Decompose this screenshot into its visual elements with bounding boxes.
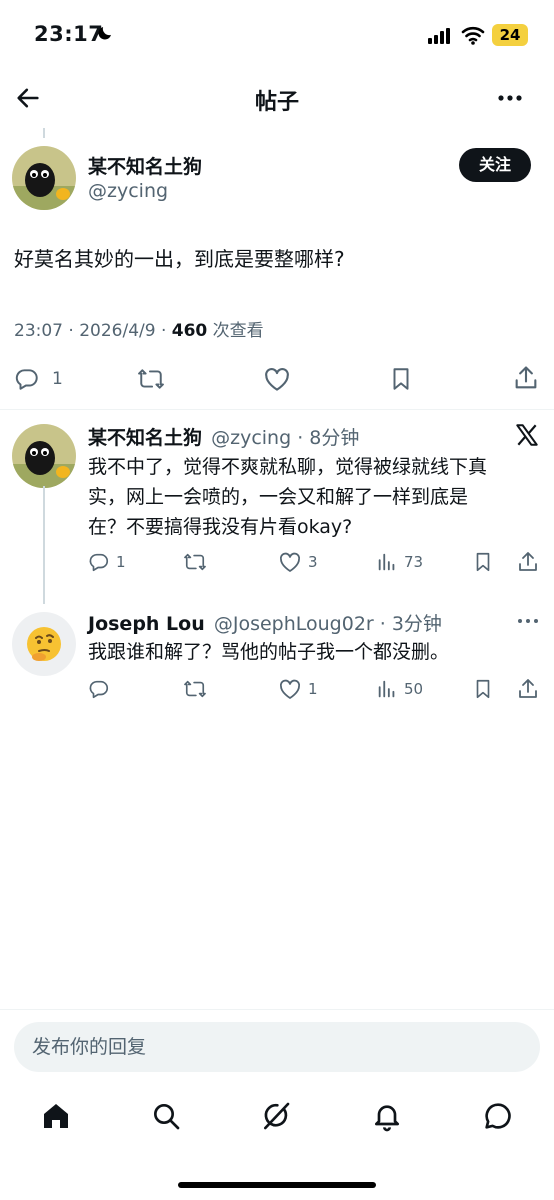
retweet-action[interactable] (136, 366, 172, 392)
home-indicator (178, 1182, 376, 1188)
avatar[interactable] (12, 612, 76, 676)
reply-action[interactable]: 1 (14, 366, 63, 392)
reply-author-name[interactable]: Joseph Lou (88, 613, 205, 635)
reply-action[interactable] (88, 678, 116, 700)
reply-text-line: 实，网上一会喷的，一会又和解了一样到底是 (88, 486, 469, 508)
post-timestamp: 23:07 · 2026/4/9 · (14, 321, 172, 341)
bookmark-action[interactable] (472, 551, 500, 573)
share-action[interactable] (516, 677, 546, 701)
reply-text-line: 在？不要搞得我没有片看okay? (88, 516, 353, 538)
views-label: 次查看 (207, 321, 264, 341)
battery-indicator: 24 (492, 24, 528, 46)
like-action[interactable]: 1 (278, 678, 318, 700)
messages-icon[interactable] (482, 1100, 514, 1132)
grok-icon[interactable] (260, 1100, 292, 1132)
like-icon (278, 551, 308, 573)
retweet-icon (182, 678, 214, 700)
back-arrow-icon[interactable] (14, 84, 42, 112)
x-logo-icon (514, 422, 540, 448)
reply-author-handle[interactable]: @JosephLoug02r · 3分钟 (214, 613, 442, 635)
divider (0, 1009, 554, 1010)
bookmark-icon (472, 678, 500, 700)
share-icon (512, 364, 546, 392)
view-count: 460 (171, 321, 208, 341)
analytics-icon (376, 678, 404, 700)
retweet-action[interactable] (182, 678, 214, 700)
notifications-icon[interactable] (371, 1100, 403, 1132)
moon-icon (96, 24, 114, 42)
reply-action[interactable]: 1 (88, 551, 126, 573)
wifi-icon (461, 25, 485, 45)
reply-count: 1 (116, 553, 126, 571)
status-time: 23:17 (34, 22, 104, 46)
reply-text-line: 我跟谁和解了？骂他的帖子我一个都没删。 (88, 641, 450, 663)
post-meta: 23:07 · 2026/4/9 · 460 次查看 (14, 316, 264, 341)
more-icon[interactable] (516, 612, 540, 630)
like-action[interactable]: 3 (278, 551, 318, 573)
retweet-action[interactable] (182, 551, 214, 573)
divider (0, 409, 554, 410)
reply-text: 我不中了，觉得不爽就私聊，觉得被绿就线下真 实，网上一会喷的，一会又和解了一样到… (88, 452, 487, 542)
share-icon (516, 677, 546, 701)
analytics-action[interactable]: 50 (376, 678, 423, 700)
avatar[interactable] (12, 146, 76, 210)
reply-author-handle[interactable]: @zycing · 8分钟 (211, 427, 359, 449)
like-action[interactable] (262, 366, 298, 392)
reply-icon (88, 551, 116, 573)
bookmark-icon (472, 551, 500, 573)
reply-header: Joseph Lou @JosephLoug02r · 3分钟 (88, 609, 442, 636)
reply-icon (88, 678, 116, 700)
reply-icon (14, 366, 46, 392)
thread-connector (43, 128, 45, 138)
home-icon[interactable] (40, 1100, 72, 1132)
share-icon (516, 550, 546, 574)
retweet-icon (182, 551, 214, 573)
author-handle[interactable]: @zycing (88, 180, 168, 202)
retweet-icon (136, 366, 172, 392)
signal-icon (428, 28, 452, 44)
reply-text-line: 我不中了，觉得不爽就私聊，觉得被绿就线下真 (88, 456, 488, 478)
bookmark-icon (388, 366, 420, 392)
analytics-icon (376, 551, 404, 573)
share-action[interactable] (516, 550, 546, 574)
view-count: 73 (404, 553, 424, 571)
like-icon (262, 366, 298, 392)
reply-author-name[interactable]: 某不知名土狗 (88, 427, 202, 449)
more-icon[interactable] (496, 86, 524, 110)
analytics-action[interactable]: 73 (376, 551, 423, 573)
post-text: 好莫名其妙的一出，到底是要整哪样? (14, 247, 345, 271)
search-icon[interactable] (150, 1100, 182, 1132)
reply-count: 1 (52, 369, 63, 389)
thread-connector (43, 486, 45, 604)
like-icon (278, 678, 308, 700)
like-count: 1 (308, 680, 318, 698)
page-title: 帖子 (254, 90, 299, 115)
reply-text: 我跟谁和解了？骂他的帖子我一个都没删。 (88, 637, 449, 667)
avatar[interactable] (12, 424, 76, 488)
reply-header: 某不知名土狗 @zycing · 8分钟 (88, 423, 359, 450)
bookmark-action[interactable] (388, 366, 420, 392)
share-action[interactable] (512, 364, 546, 392)
follow-button[interactable]: 关注 (459, 148, 531, 182)
reply-input[interactable]: 发布你的回复 (14, 1022, 540, 1072)
like-count: 3 (308, 553, 318, 571)
view-count: 50 (404, 680, 424, 698)
bookmark-action[interactable] (472, 678, 500, 700)
author-name[interactable]: 某不知名土狗 (88, 152, 202, 179)
